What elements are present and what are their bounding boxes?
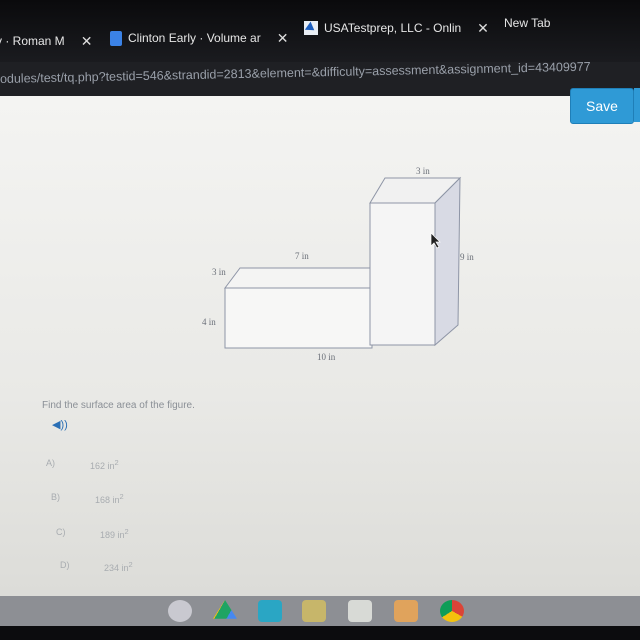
tall-prism-front [369, 202, 436, 346]
google-classroom-icon[interactable] [302, 600, 326, 622]
option-letter: C) [56, 527, 66, 537]
label-base-length: 10 in [317, 352, 336, 362]
speaker-icon[interactable]: ◀)) [52, 418, 68, 431]
option-value: 162 in [90, 461, 115, 471]
option-exponent: 2 [114, 458, 119, 467]
option-value: 168 in [95, 495, 120, 505]
figure: 3 in 9 in 7 in 3 in 4 in 10 in [202, 166, 474, 362]
option-value: 189 in [100, 530, 125, 540]
option-exponent: 2 [124, 527, 129, 536]
option-exponent: 2 [119, 492, 124, 501]
label-tall-height: 9 in [460, 252, 474, 262]
camera-icon[interactable] [168, 600, 192, 622]
option-value: 234 in [104, 563, 129, 573]
app-icon[interactable] [348, 600, 372, 622]
tall-prism-side [434, 176, 461, 347]
label-small-depth: 3 in [212, 267, 226, 277]
chrome-icon[interactable] [440, 600, 464, 622]
label-small-height: 4 in [202, 317, 216, 327]
option-letter: A) [46, 458, 55, 468]
answer-option-a[interactable]: A) 162 in2 [46, 458, 119, 471]
option-letter: D) [60, 560, 70, 570]
option-exponent: 2 [128, 560, 133, 569]
screencastify-icon[interactable] [258, 600, 282, 622]
its-learning-icon[interactable] [394, 600, 418, 622]
small-prism-top [224, 267, 373, 289]
answer-option-d[interactable]: D) 234 in2 [60, 560, 133, 573]
label-top-width: 3 in [416, 166, 430, 176]
small-prism-front [224, 287, 373, 349]
label-small-length: 7 in [295, 251, 309, 261]
question-prompt: Find the surface area of the figure. [42, 400, 195, 411]
answer-option-b[interactable]: B) 168 in2 [51, 492, 124, 505]
option-letter: B) [51, 492, 60, 502]
answer-option-c[interactable]: C) 189 in2 [56, 527, 129, 540]
